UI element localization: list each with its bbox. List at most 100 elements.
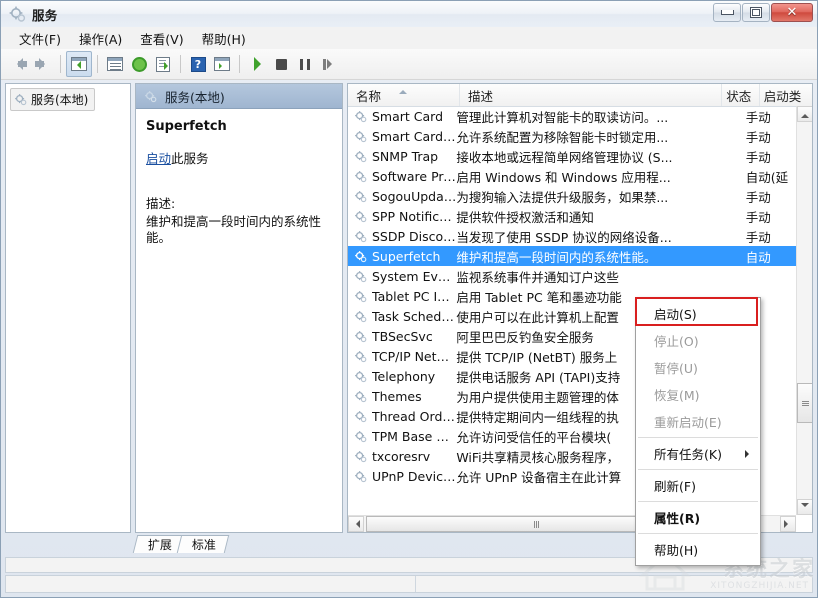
pause-service-icon[interactable] — [293, 52, 317, 76]
show-action-pane-icon[interactable] — [210, 52, 234, 76]
ctx-all-tasks[interactable]: 所有任务(K) — [636, 440, 760, 467]
services-gear-icon — [8, 5, 26, 23]
console-tree-pane: 服务(本地) — [5, 83, 131, 533]
cell-description: 接收本地或远程简单网络管理协议 (S... — [456, 147, 710, 166]
toolbar-separator — [239, 55, 240, 73]
table-row[interactable]: SSDP Discovery当发现了使用 SSDP 协议的网络设备... 手动 — [348, 226, 796, 246]
services-gear-icon — [354, 170, 367, 183]
view-tabs: 扩展 标准 — [135, 533, 223, 553]
services-gear-icon — [354, 470, 367, 483]
ctx-refresh[interactable]: 刷新(F) — [636, 472, 760, 499]
start-service-link[interactable]: 启动 — [146, 151, 171, 166]
column-startup-type[interactable]: 启动类 — [760, 84, 812, 106]
menu-file[interactable]: 文件(F) — [10, 27, 70, 50]
context-menu-separator — [638, 501, 758, 502]
services-gear-icon — [354, 310, 367, 323]
page-title: Superfetch — [146, 119, 332, 134]
cell-name: Telephony — [348, 369, 456, 384]
services-gear-icon — [354, 230, 367, 243]
scroll-left-button[interactable] — [348, 516, 364, 532]
title-bar: 服务 ✕ — [1, 1, 817, 28]
column-description[interactable]: 描述 — [460, 84, 722, 106]
cell-name: Smart Card Rem... — [348, 129, 456, 144]
start-service-suffix: 此服务 — [171, 151, 209, 166]
back-arrow-icon[interactable] — [7, 52, 31, 76]
cell-description: 维护和提高一段时间内的系统性能。 — [456, 247, 710, 266]
restart-service-icon[interactable] — [317, 52, 341, 76]
services-gear-icon — [354, 370, 367, 383]
sidebar-item-services-local[interactable]: 服务(本地) — [10, 88, 95, 111]
maximize-icon — [750, 7, 762, 18]
minimize-button[interactable] — [713, 3, 741, 22]
toolbar: ? — [1, 49, 817, 80]
services-gear-icon — [144, 90, 157, 103]
vertical-scrollbar[interactable] — [796, 106, 812, 515]
column-status[interactable]: 状态 — [722, 84, 759, 106]
help-icon[interactable]: ? — [186, 52, 210, 76]
table-row[interactable]: Software Protect...启用 Windows 和 Windows … — [348, 166, 796, 186]
sort-ascending-icon — [399, 86, 407, 94]
properties-icon[interactable] — [103, 52, 127, 76]
scroll-up-button[interactable] — [797, 106, 813, 122]
menu-help[interactable]: 帮助(H) — [193, 27, 255, 50]
services-gear-icon — [14, 93, 27, 106]
scroll-down-button[interactable] — [797, 499, 813, 515]
status-cell-left — [6, 576, 416, 592]
cell-description: 允许系统配置为移除智能卡时锁定用... — [456, 127, 710, 146]
cell-startup-type: 手动 — [746, 187, 796, 206]
cell-description: 当发现了使用 SSDP 协议的网络设备... — [456, 227, 710, 246]
table-row[interactable]: SPP Notification ...提供软件授权激活和通知手动 — [348, 206, 796, 226]
table-row[interactable]: System Event N...监视系统事件并通知订户这些 — [348, 266, 796, 286]
table-row[interactable]: Superfetch维护和提高一段时间内的系统性能。自动 — [348, 246, 796, 266]
chevron-up-icon — [801, 110, 809, 118]
context-menu: 启动(S)停止(O)暂停(U)恢复(M)重新启动(E)所有任务(K)刷新(F)属… — [635, 297, 761, 566]
window-title: 服务 — [32, 5, 58, 24]
close-icon: ✕ — [787, 6, 798, 19]
show-hide-tree-icon[interactable] — [66, 51, 92, 77]
cell-name: SPP Notification ... — [348, 209, 456, 224]
cell-name-label: TCP/IP NetBIOS ... — [372, 349, 456, 364]
cell-name: UPnP Device Host — [348, 469, 456, 484]
table-row[interactable]: SNMP Trap接收本地或远程简单网络管理协议 (S...手动 — [348, 146, 796, 166]
cell-name: TBSecSvc — [348, 329, 456, 344]
context-menu-item-label: 重新启动(E) — [654, 412, 722, 431]
cell-name: Tablet PC Input ... — [348, 289, 456, 304]
cell-name-label: Software Protect... — [372, 169, 456, 184]
cell-name: SogouUpdate — [348, 189, 456, 204]
context-menu-separator — [638, 437, 758, 438]
cell-startup-type: 手动 — [746, 227, 796, 246]
services-gear-icon — [354, 430, 367, 443]
table-row[interactable]: Smart Card管理此计算机对智能卡的取读访问。...手动 — [348, 106, 796, 126]
refresh-icon[interactable] — [127, 52, 151, 76]
cell-name: SSDP Discovery — [348, 229, 456, 244]
maximize-button[interactable] — [742, 3, 770, 22]
ctx-help[interactable]: 帮助(H) — [636, 536, 760, 563]
context-menu-item-label: 刷新(F) — [654, 476, 696, 495]
context-menu-item-label: 暂停(U) — [654, 358, 698, 377]
forward-arrow-icon[interactable] — [31, 52, 55, 76]
menu-bar: 文件(F) 操作(A) 查看(V) 帮助(H) — [1, 27, 817, 50]
vertical-scroll-thumb[interactable] — [797, 383, 813, 423]
scroll-right-button[interactable] — [780, 516, 796, 532]
column-name[interactable]: 名称 — [348, 84, 460, 106]
menu-action[interactable]: 操作(A) — [70, 27, 131, 50]
start-service-icon[interactable] — [245, 52, 269, 76]
table-row[interactable]: SogouUpdate为搜狗输入法提供升级服务，如果禁...手动 — [348, 186, 796, 206]
chevron-down-icon — [801, 503, 809, 511]
menu-view[interactable]: 查看(V) — [131, 27, 192, 50]
ctx-properties[interactable]: 属性(R) — [636, 504, 760, 531]
services-gear-icon — [354, 390, 367, 403]
grip-icon — [534, 521, 539, 528]
ctx-start[interactable]: 启动(S) — [636, 300, 760, 327]
cell-name: txcoresrv — [348, 449, 456, 464]
chevron-right-icon — [784, 520, 792, 528]
export-list-icon[interactable] — [151, 52, 175, 76]
cell-name: Superfetch — [348, 249, 456, 264]
context-menu-separator — [638, 469, 758, 470]
table-row[interactable]: Smart Card Rem...允许系统配置为移除智能卡时锁定用...手动 — [348, 126, 796, 146]
context-menu-item-label: 停止(O) — [654, 331, 699, 350]
tab-standard[interactable]: 标准 — [177, 535, 230, 553]
tab-standard-label: 标准 — [192, 536, 216, 553]
close-button[interactable]: ✕ — [771, 3, 813, 22]
stop-service-icon[interactable] — [269, 52, 293, 76]
